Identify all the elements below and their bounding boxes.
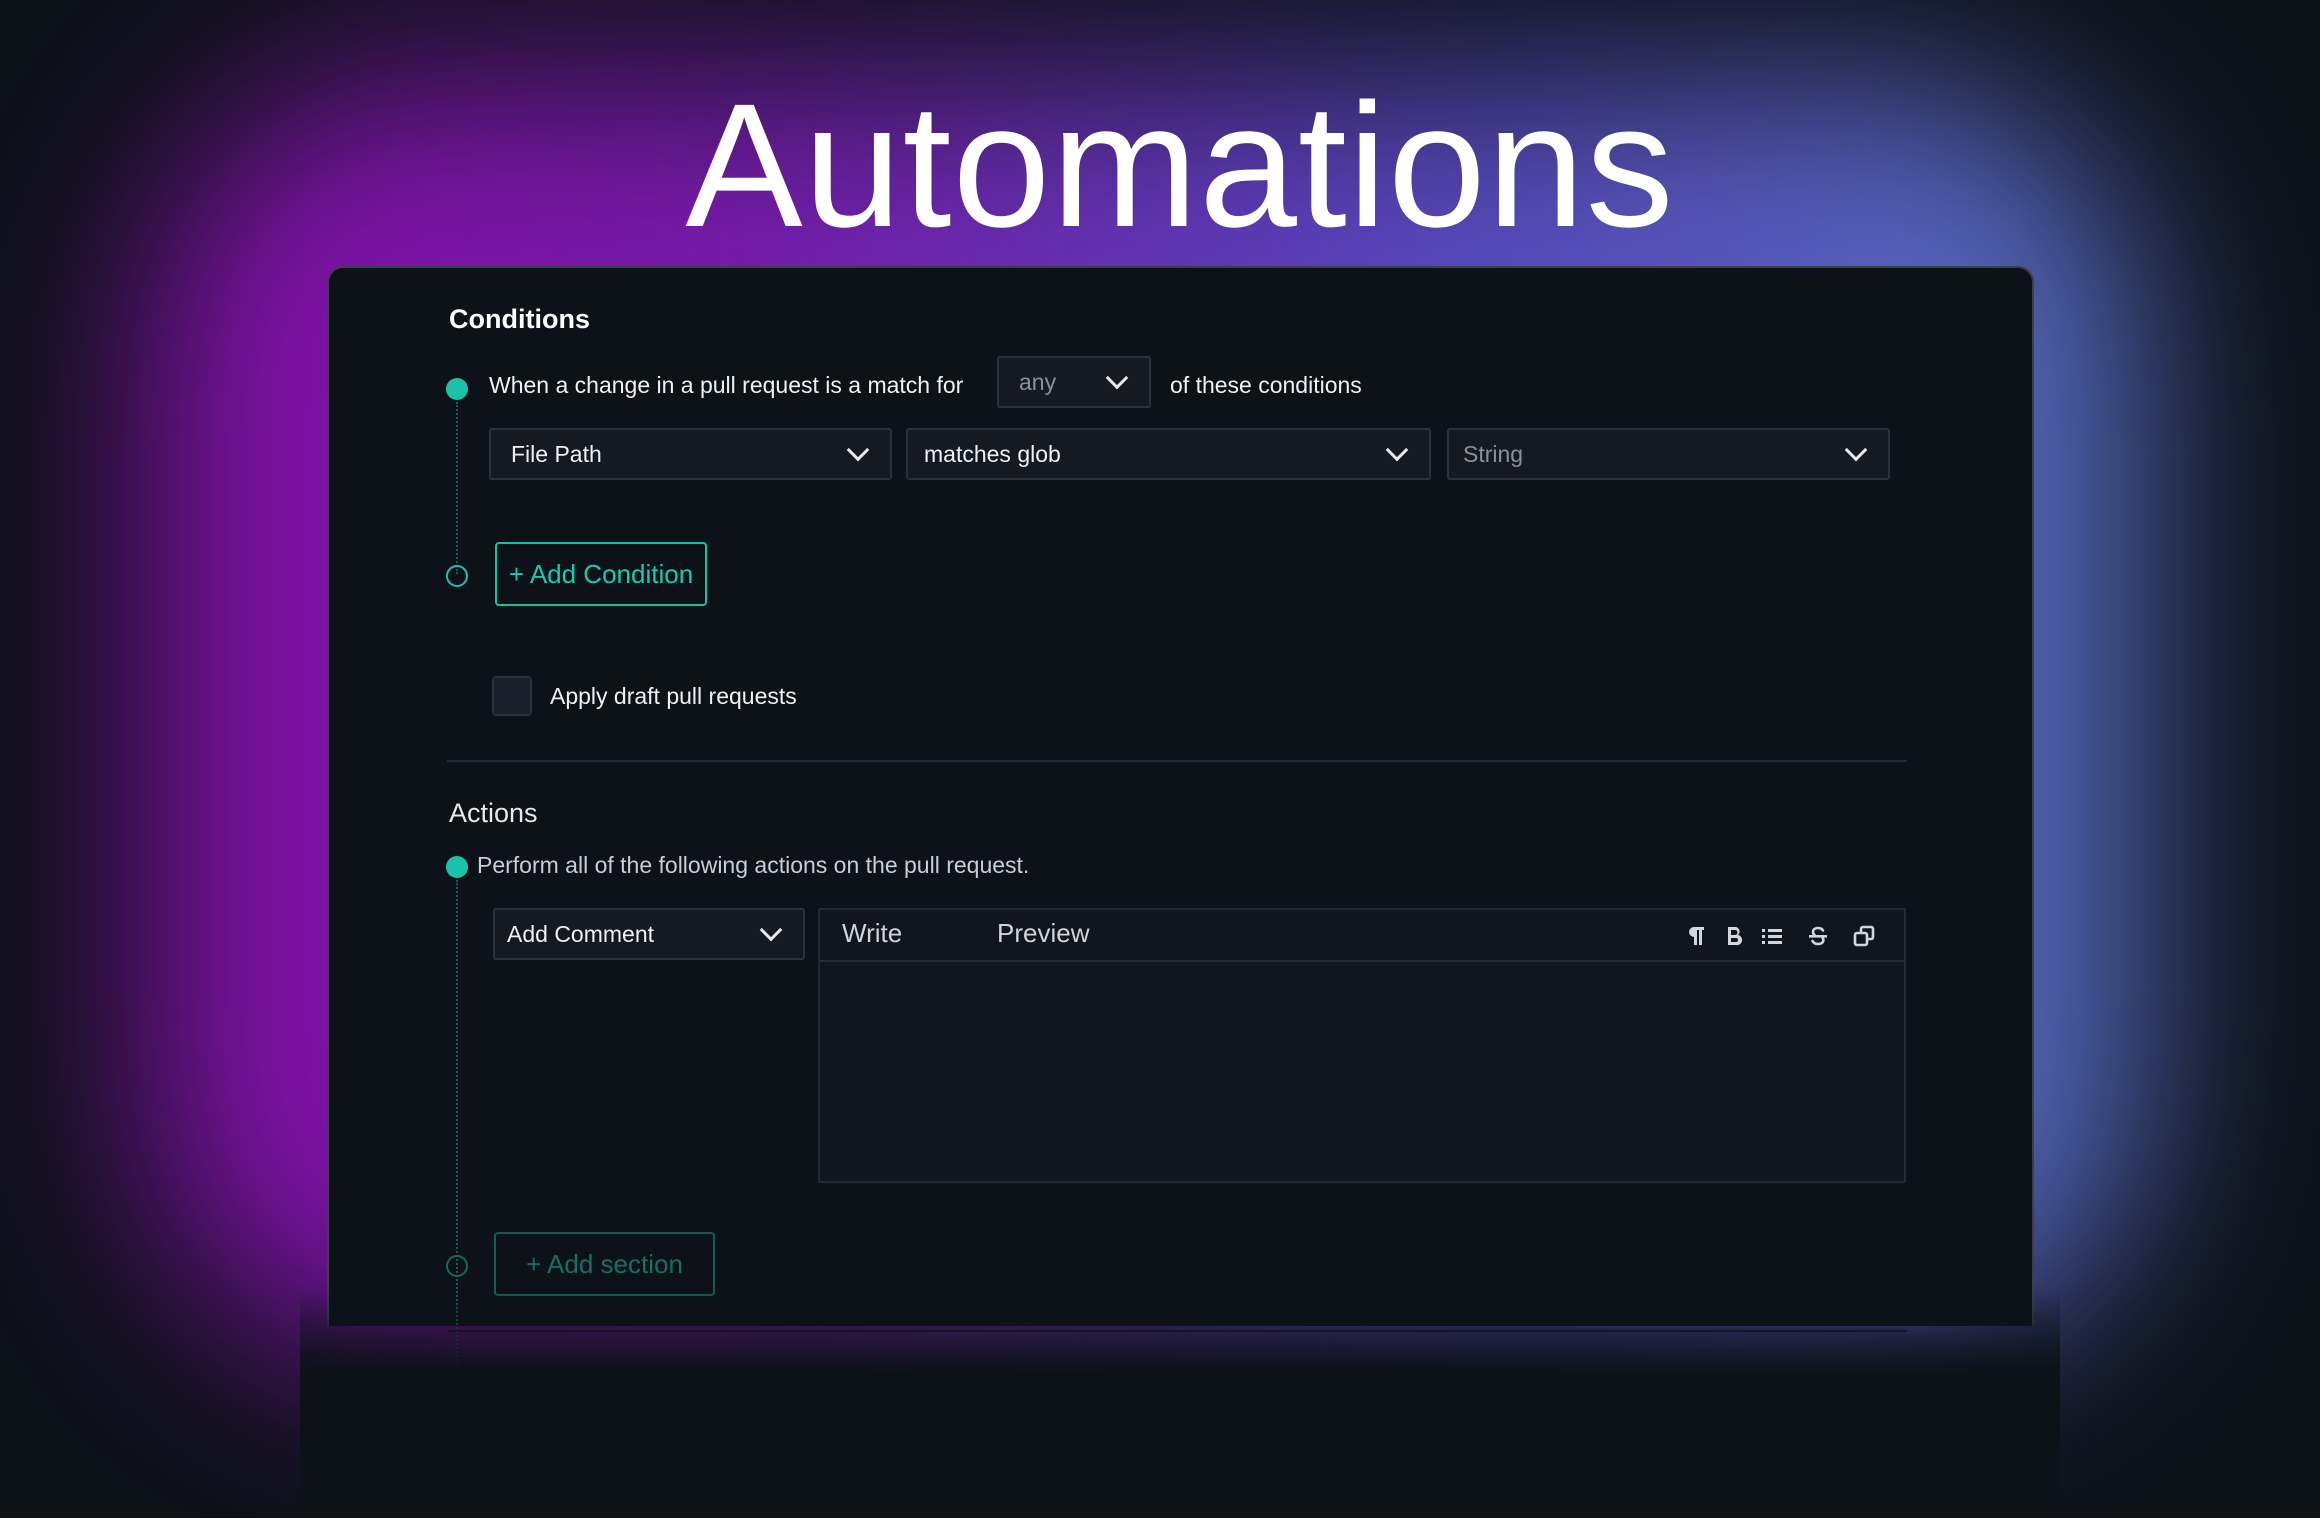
tab-preview[interactable]: Preview <box>997 918 1089 949</box>
condition-sentence-prefix: When a change in a pull request is a mat… <box>489 372 964 398</box>
list-icon[interactable] <box>1758 922 1786 950</box>
editor-toolbar: Write Preview <box>820 910 1904 962</box>
chevron-down-icon <box>846 438 870 462</box>
chevron-down-icon <box>1385 438 1409 462</box>
chevron-down-icon <box>759 918 783 942</box>
automation-panel: Conditions When a change in a pull reque… <box>327 266 2034 1518</box>
condition-operator-value: matches glob <box>924 440 1061 467</box>
paragraph-icon[interactable] <box>1682 922 1710 950</box>
strikethrough-icon[interactable] <box>1804 922 1832 950</box>
match-mode-select[interactable]: any <box>997 356 1151 408</box>
bold-icon[interactable] <box>1720 922 1748 950</box>
conditions-timeline <box>456 402 458 574</box>
actions-step-marker <box>446 856 468 878</box>
condition-value-select[interactable]: String <box>1447 428 1890 480</box>
conditions-title: Conditions <box>449 304 590 334</box>
action-type-value: Add Comment <box>507 920 655 947</box>
comment-editor: Write Preview <box>818 908 1906 1183</box>
add-section-button[interactable]: + Add section <box>494 1232 715 1296</box>
add-condition-step-marker <box>446 565 468 587</box>
condition-operator-select[interactable]: matches glob <box>906 428 1431 480</box>
chevron-down-icon <box>1105 366 1129 390</box>
add-section-step-marker <box>446 1255 468 1277</box>
apply-draft-label: Apply draft pull requests <box>550 683 797 709</box>
action-type-select[interactable]: Add Comment <box>493 908 805 960</box>
conditions-step-marker <box>446 378 468 400</box>
match-mode-value: any <box>1019 368 1057 395</box>
actions-description: Perform all of the following actions on … <box>477 852 1030 878</box>
copy-icon[interactable] <box>1850 922 1878 950</box>
chevron-down-icon <box>1844 438 1868 462</box>
panel-fade <box>300 1290 2060 1518</box>
add-condition-button[interactable]: + Add Condition <box>495 542 707 606</box>
comment-textarea[interactable] <box>820 964 1904 1181</box>
condition-field-value: File Path <box>511 440 602 467</box>
tab-write[interactable]: Write <box>842 918 902 949</box>
hero-title: Automations <box>685 68 1675 264</box>
apply-draft-checkbox[interactable] <box>492 676 532 716</box>
condition-value-placeholder: String <box>1463 440 1524 467</box>
actions-title: Actions <box>449 798 538 828</box>
condition-sentence-suffix: of these conditions <box>1170 372 1362 398</box>
condition-field-select[interactable]: File Path <box>489 428 892 480</box>
section-divider <box>447 760 1907 762</box>
stage: Automations Conditions When a change in … <box>0 0 2320 1518</box>
